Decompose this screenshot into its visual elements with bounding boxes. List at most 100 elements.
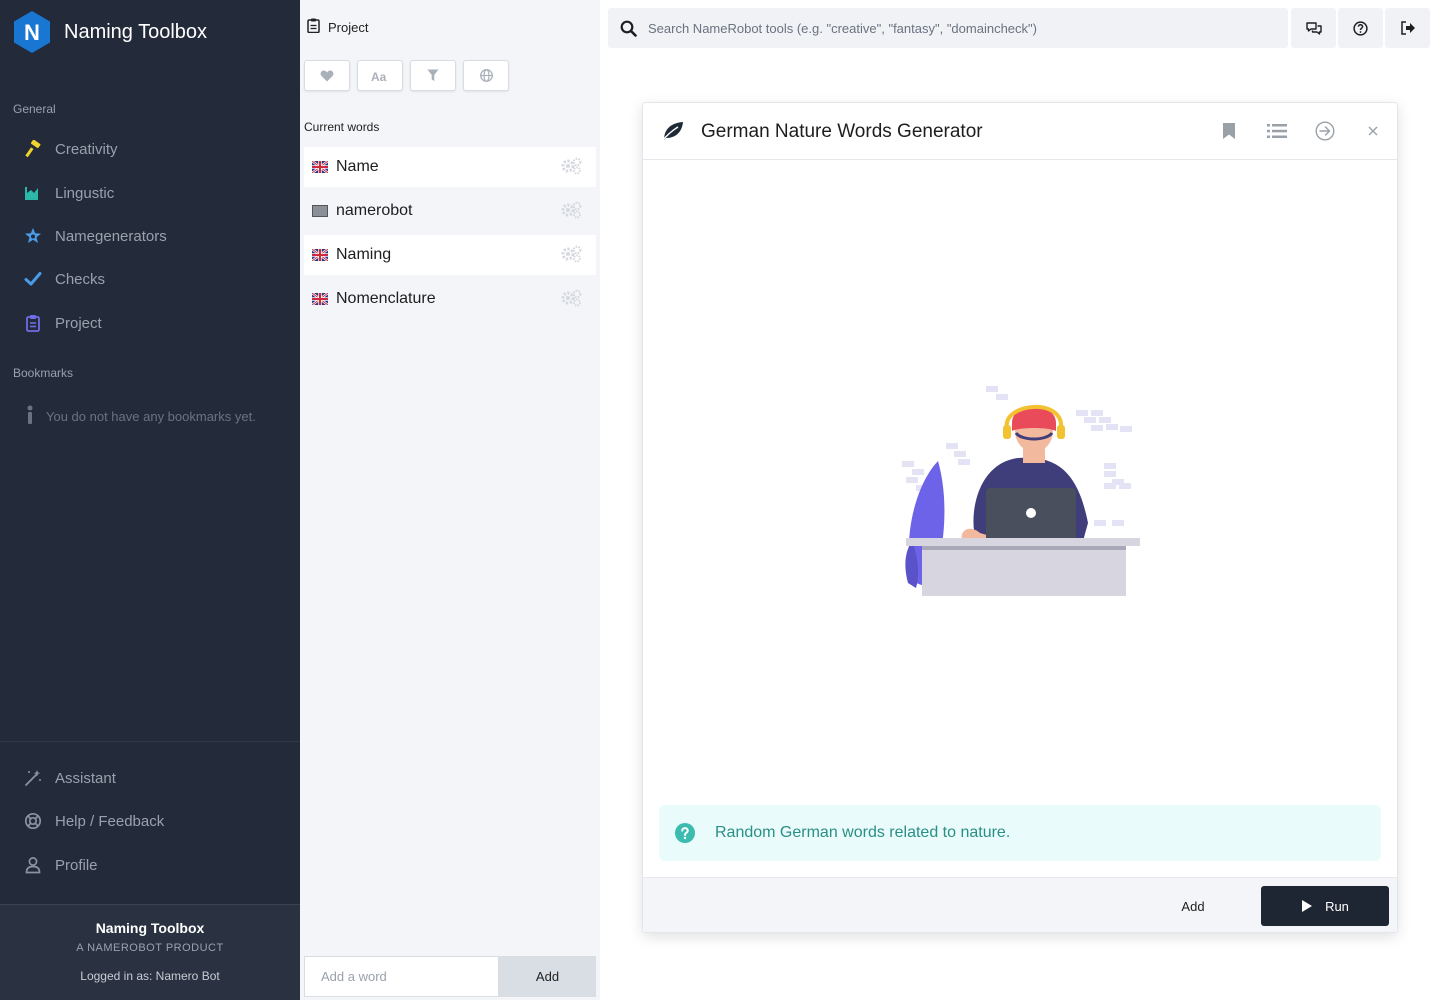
close-icon — [1368, 126, 1378, 136]
sidebar-item-assistant[interactable]: Assistant — [0, 760, 300, 796]
search-bar[interactable] — [608, 8, 1288, 48]
logged-in-text: Logged in as: Namero Bot — [80, 969, 220, 983]
current-words-label: Current words — [304, 120, 380, 134]
footer-subtitle: A NAMEROBOT PRODUCT — [76, 942, 224, 954]
generator-title: German Nature Words Generator — [701, 121, 983, 142]
sidebar-item-label: Creativity — [55, 140, 118, 158]
search-input[interactable] — [648, 20, 1268, 36]
project-toolbar: Aa — [304, 60, 509, 91]
clipboard-icon — [24, 314, 42, 332]
sidebar-item-checks[interactable]: Checks — [0, 261, 300, 297]
app-logo-icon: N — [14, 11, 50, 53]
word-settings-icon[interactable] — [560, 157, 582, 180]
clipboard-icon — [307, 18, 320, 36]
uk-flag-icon — [312, 161, 328, 173]
word-settings-icon[interactable] — [560, 289, 582, 312]
uk-flag-icon — [312, 293, 328, 305]
sidebar-divider — [0, 741, 300, 742]
project-header: Project — [307, 18, 368, 36]
globe-icon — [479, 69, 493, 82]
run-button[interactable]: Run — [1261, 886, 1389, 926]
add-word-input[interactable] — [304, 956, 499, 997]
sidebar-item-label: Assistant — [55, 769, 116, 787]
generator-header: German Nature Words Generator — [643, 103, 1397, 160]
help-button[interactable] — [1338, 8, 1383, 48]
neutral-flag-icon — [312, 205, 328, 217]
favorites-filter-button[interactable] — [304, 60, 350, 91]
app-name: Naming Toolbox — [64, 20, 208, 43]
bookmark-button[interactable] — [1217, 119, 1241, 143]
footer-title: Naming Toolbox — [95, 920, 205, 936]
run-label: Run — [1325, 898, 1349, 914]
project-title: Project — [328, 19, 369, 35]
logout-button[interactable] — [1385, 8, 1430, 48]
heart-icon — [320, 70, 334, 81]
sidebar-item-label: Checks — [55, 270, 106, 288]
language-button[interactable] — [463, 60, 509, 91]
uk-flag-icon — [312, 249, 328, 261]
word-text: Nomenclature — [336, 290, 436, 307]
funnel-icon — [427, 69, 439, 81]
sidebar-item-label: Help / Feedback — [55, 812, 165, 830]
person-at-laptop-illustration — [902, 386, 1140, 596]
word-item[interactable]: Naming — [304, 235, 596, 275]
generator-card: German Nature Words Generator Random Ger… — [642, 102, 1398, 933]
hammer-icon — [24, 140, 42, 158]
list-view-button[interactable] — [1265, 119, 1289, 143]
chart-icon — [24, 184, 42, 202]
search-icon — [620, 20, 637, 37]
word-text: Name — [336, 158, 379, 175]
bookmark-icon — [1223, 123, 1235, 139]
add-generator-button[interactable]: Add — [1153, 886, 1233, 926]
word-item[interactable]: namerobot — [304, 191, 596, 231]
sidebar-item-label: Profile — [55, 856, 98, 874]
add-word-button[interactable]: Add — [499, 956, 596, 997]
open-tool-button[interactable] — [1313, 119, 1337, 143]
app-logo-letter: N — [24, 20, 40, 45]
svg-text:Aa: Aa — [371, 70, 387, 82]
sidebar-item-project[interactable]: Project — [0, 305, 300, 341]
logout-icon — [1400, 21, 1415, 35]
generator-footer: Add Run — [643, 877, 1397, 932]
arrow-circle-right-icon — [1315, 121, 1335, 141]
word-text: Naming — [336, 246, 392, 263]
word-settings-icon[interactable] — [560, 201, 582, 224]
bookmarks-empty-message: You do not have any bookmarks yet. — [26, 405, 256, 428]
check-icon — [24, 270, 42, 288]
sidebar: N Naming Toolbox General Creativity Ling… — [0, 0, 300, 1000]
question-circle-icon — [1353, 20, 1368, 36]
sidebar-item-creativity[interactable]: Creativity — [0, 131, 300, 167]
star-badge-icon — [24, 227, 42, 245]
user-icon — [24, 856, 42, 874]
generator-description: Random German words related to nature. — [715, 824, 1011, 841]
magic-wand-icon — [24, 769, 42, 787]
general-section-title: General — [13, 102, 56, 116]
sidebar-item-profile[interactable]: Profile — [0, 847, 300, 883]
sidebar-item-label: Namegenerators — [55, 227, 167, 245]
sidebar-item-help-feedback[interactable]: Help / Feedback — [0, 803, 300, 839]
bookmarks-section-title: Bookmarks — [13, 366, 74, 380]
sidebar-item-label: Lingustic — [55, 184, 115, 202]
word-item[interactable]: Name — [304, 147, 596, 187]
list-icon — [1267, 124, 1287, 138]
word-item[interactable]: Nomenclature — [304, 279, 596, 319]
text-case-icon: Aa — [371, 70, 387, 82]
sidebar-item-namegenerators[interactable]: Namegenerators — [0, 218, 300, 254]
sidebar-item-lingustic[interactable]: Lingustic — [0, 175, 300, 211]
close-button[interactable] — [1361, 119, 1385, 143]
info-icon — [26, 405, 34, 428]
chat-button[interactable] — [1291, 8, 1336, 48]
lifebuoy-icon — [24, 812, 42, 830]
description-box: Random German words related to nature. — [659, 805, 1381, 861]
question-circle-icon — [675, 823, 695, 843]
font-style-button[interactable]: Aa — [357, 60, 403, 91]
brand[interactable]: N Naming Toolbox — [12, 10, 207, 54]
bookmarks-empty-text: You do not have any bookmarks yet. — [46, 409, 256, 424]
chat-bubbles-icon — [1305, 22, 1322, 35]
leaf-icon — [661, 122, 683, 142]
word-text: namerobot — [336, 202, 413, 219]
sidebar-item-label: Project — [55, 314, 102, 332]
filter-button[interactable] — [410, 60, 456, 91]
word-settings-icon[interactable] — [560, 245, 582, 268]
play-icon — [1302, 900, 1313, 912]
